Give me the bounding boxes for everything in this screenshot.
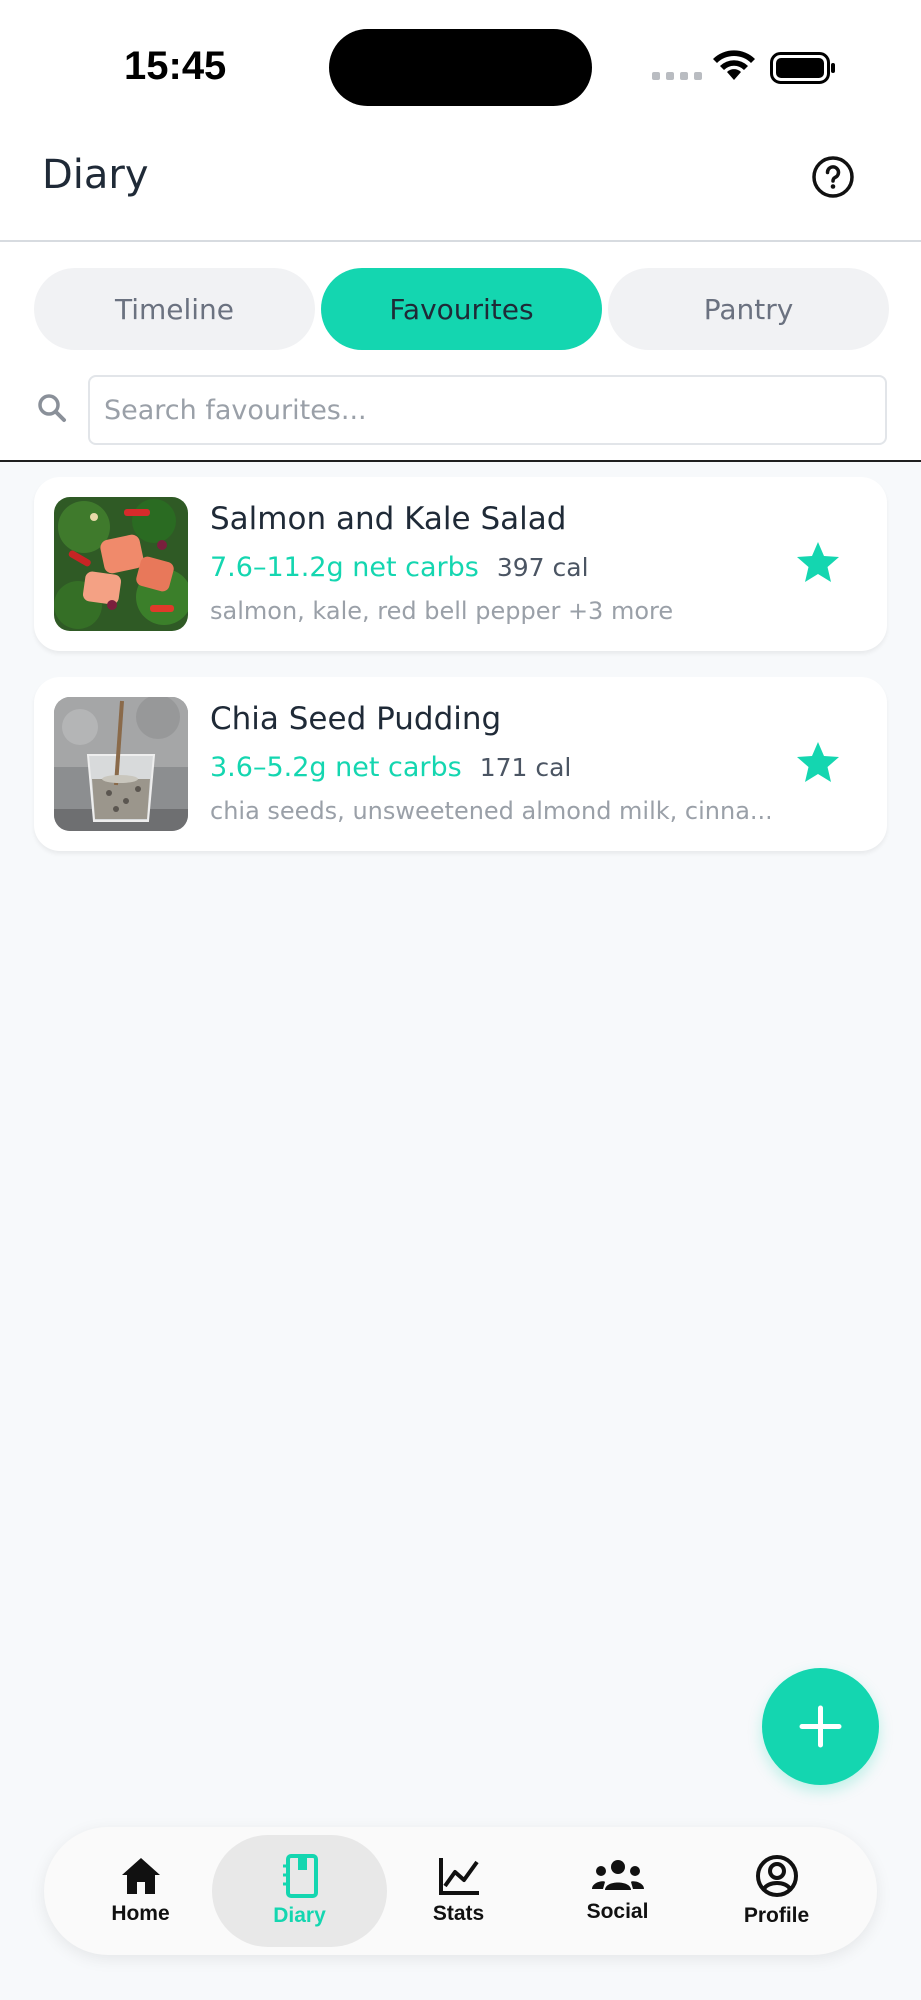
tab-favourites[interactable]: Favourites — [321, 268, 602, 350]
tab-timeline[interactable]: Timeline — [34, 268, 315, 350]
nav-item-profile[interactable]: Profile — [689, 1835, 864, 1947]
tab-pantry[interactable]: Pantry — [608, 268, 889, 350]
cellular-signal-icon — [652, 72, 702, 80]
net-carbs: 3.6–5.2g net carbs — [210, 752, 462, 783]
chart-icon — [438, 1858, 479, 1895]
recipe-meta: 7.6–11.2g net carbs 397 cal — [210, 552, 589, 583]
nav-label-social: Social — [586, 1900, 649, 1923]
search-input[interactable] — [88, 375, 887, 445]
star-icon[interactable] — [794, 739, 842, 787]
favourite-card[interactable]: Chia Seed Pudding 3.6–5.2g net carbs 171… — [34, 677, 887, 851]
calories: 171 cal — [479, 753, 572, 782]
net-carbs: 7.6–11.2g net carbs — [210, 552, 479, 583]
star-icon[interactable] — [794, 539, 842, 587]
recipe-image — [54, 697, 188, 831]
recipe-title: Chia Seed Pudding — [210, 701, 502, 737]
calories: 397 cal — [496, 553, 589, 582]
nav-item-home[interactable]: Home — [53, 1835, 228, 1947]
page-title: Diary — [42, 152, 149, 198]
home-icon — [121, 1858, 160, 1894]
add-entry-button[interactable] — [762, 1668, 879, 1785]
plus-icon — [799, 1705, 842, 1748]
favourite-card[interactable]: Salmon and Kale Salad 7.6–11.2g net carb… — [34, 477, 887, 651]
nav-item-social[interactable]: Social — [530, 1835, 705, 1947]
battery-icon — [770, 52, 835, 84]
recipe-meta: 3.6–5.2g net carbs 171 cal — [210, 752, 571, 783]
recipe-image — [54, 497, 188, 631]
profile-icon — [755, 1855, 798, 1897]
search-icon — [38, 394, 66, 422]
recipe-title: Salmon and Kale Salad — [210, 501, 567, 537]
ingredients-summary: salmon, kale, red bell pepper +3 more — [210, 597, 674, 625]
dynamic-island — [329, 29, 592, 106]
app-header: Diary — [0, 130, 921, 242]
nav-item-stats[interactable]: Stats — [371, 1835, 546, 1947]
nav-label-stats: Stats — [432, 1902, 485, 1925]
nav-item-diary[interactable]: Diary — [212, 1835, 387, 1947]
diary-tabs-area: Timeline Favourites Pantry — [0, 242, 921, 462]
nav-label-home: Home — [111, 1902, 170, 1925]
help-circle-icon[interactable] — [810, 154, 856, 200]
nav-label-diary: Diary — [273, 1904, 326, 1927]
nav-label-profile: Profile — [743, 1904, 810, 1927]
status-bar: 15:45 — [0, 0, 921, 130]
people-icon — [591, 1860, 644, 1890]
wifi-icon — [713, 50, 755, 80]
bottom-navigation: Home Diary Stats Social Profile — [44, 1827, 877, 1955]
ingredients-summary: chia seeds, unsweetened almond milk, cin… — [210, 797, 770, 825]
status-time: 15:45 — [124, 44, 227, 88]
diary-icon — [282, 1854, 318, 1898]
